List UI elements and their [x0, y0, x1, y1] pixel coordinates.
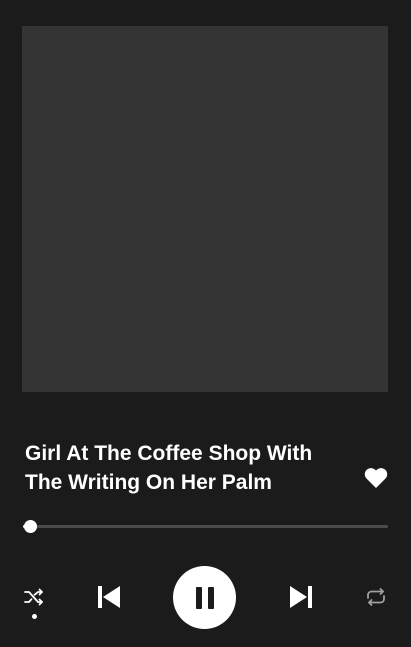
shuffle-active-indicator	[32, 614, 37, 619]
repeat-icon	[367, 588, 385, 606]
like-button[interactable]	[362, 465, 390, 491]
progress-slider[interactable]	[23, 519, 388, 535]
skip-previous-icon	[98, 586, 120, 608]
shuffle-button[interactable]	[20, 584, 48, 610]
now-playing-screen: Girl At The Coffee Shop With The Writing…	[0, 0, 411, 647]
repeat-button[interactable]	[362, 584, 390, 610]
shuffle-icon	[24, 588, 43, 606]
next-button[interactable]	[286, 583, 316, 611]
skip-next-icon	[290, 586, 312, 608]
album-artwork	[22, 26, 388, 392]
pause-icon	[195, 586, 214, 609]
progress-thumb[interactable]	[24, 520, 38, 533]
track-title: Girl At The Coffee Shop With The Writing…	[25, 442, 313, 494]
heart-icon	[364, 468, 388, 488]
pause-button[interactable]	[173, 566, 236, 629]
progress-track	[23, 525, 388, 528]
previous-button[interactable]	[94, 583, 124, 611]
